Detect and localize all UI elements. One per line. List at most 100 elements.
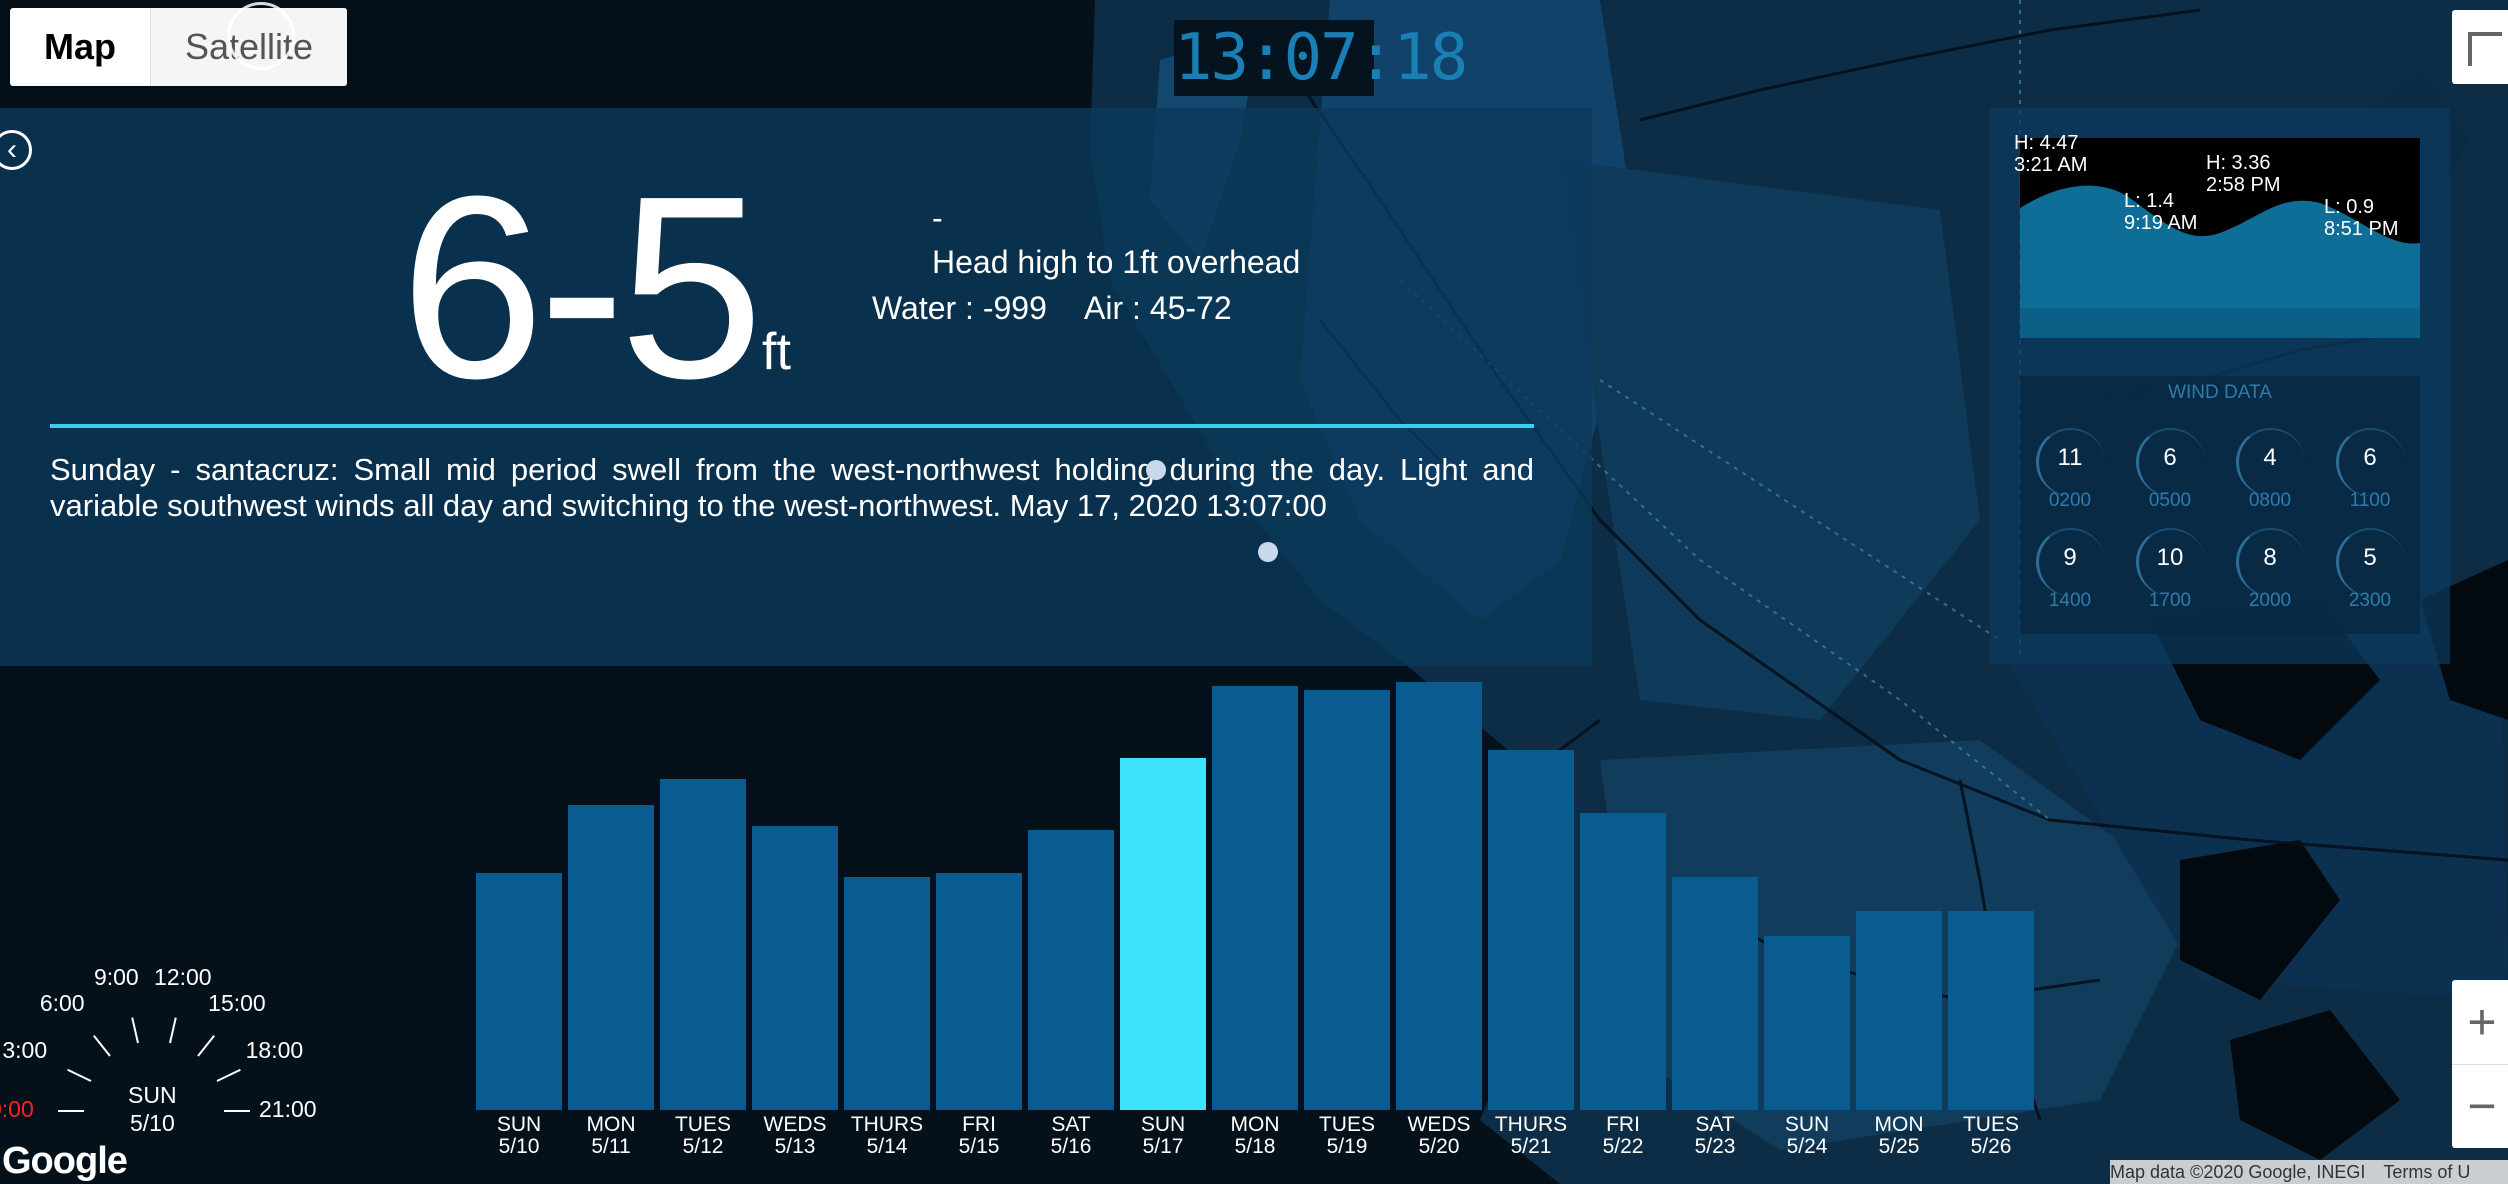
- bar-sat-5-23[interactable]: [1672, 877, 1758, 1110]
- google-logo: Google: [2, 1140, 128, 1182]
- tide-label: L: 0.9 8:51 PM: [2324, 196, 2399, 240]
- bar-label: THURS 5/21: [1488, 1114, 1574, 1158]
- map-type-control: Map Satellite: [10, 8, 348, 86]
- bar-mon-5-18[interactable]: [1212, 686, 1298, 1110]
- zoom-in-button[interactable]: +: [2452, 980, 2508, 1065]
- bar-label: SUN 5/10: [476, 1114, 562, 1158]
- dial-hour-label[interactable]: 21:00: [259, 1096, 317, 1123]
- bar-sun-5-24[interactable]: [1764, 936, 1850, 1110]
- bar-day-label: SUN: [1140, 1113, 1186, 1136]
- bar-day-label: WEDS: [763, 1113, 827, 1136]
- map-attribution[interactable]: Map data ©2020 Google, INEGI Terms of U: [2110, 1160, 2508, 1184]
- bar-mon-5-25[interactable]: [1856, 911, 1942, 1110]
- dial-hour-label[interactable]: 9:00: [94, 964, 139, 991]
- bar-weds-5-20[interactable]: [1396, 682, 1482, 1110]
- bar-day-label: SUN: [496, 1113, 542, 1136]
- dial-hour-label[interactable]: 18:00: [246, 1037, 304, 1064]
- bar-day-label: THURS: [1494, 1113, 1568, 1136]
- bar-fri-5-22[interactable]: [1580, 813, 1666, 1110]
- bar-day-label: SUN: [1784, 1113, 1830, 1136]
- wind-item: 6 0500: [2122, 426, 2222, 526]
- wind-item: 9 1400: [2022, 526, 2122, 626]
- bar-day-label: TUES: [1318, 1113, 1375, 1136]
- bar-date-label: 5/22: [1602, 1135, 1644, 1158]
- divider: [50, 424, 1534, 428]
- bar-date-label: 5/12: [682, 1135, 724, 1158]
- bar-tues-5-12[interactable]: [660, 779, 746, 1110]
- fullscreen-icon: [2468, 32, 2502, 66]
- wind-time: 2300: [2348, 590, 2392, 611]
- bar-day-label: MON: [586, 1113, 636, 1136]
- map-button[interactable]: Map: [10, 8, 151, 86]
- tide-chart: H: 4.47 3:21 AM L: 1.4 9:19 AM H: 3.36 2:58…: [2014, 132, 2420, 338]
- wind-time: 0200: [2048, 490, 2092, 511]
- surf-dash: -: [932, 200, 943, 236]
- wind-time: 1700: [2148, 590, 2192, 611]
- bar-date-label: 5/11: [591, 1135, 631, 1158]
- bar-thurs-5-14[interactable]: [844, 877, 930, 1110]
- bar-label: MON 5/18: [1212, 1114, 1298, 1158]
- bar-sun-5-17[interactable]: [1120, 758, 1206, 1110]
- bar-date-label: 5/23: [1694, 1135, 1736, 1158]
- bar-label: SAT 5/23: [1672, 1114, 1758, 1158]
- air-temp: Air : 45-72: [1084, 290, 1232, 326]
- bar-date-label: 5/13: [774, 1135, 816, 1158]
- dial-hour-label[interactable]: 0:00: [0, 1096, 34, 1123]
- wind-title: WIND DATA: [2168, 382, 2272, 403]
- bar-sat-5-16[interactable]: [1028, 830, 1114, 1110]
- bar-label: WEDS 5/20: [1396, 1114, 1482, 1158]
- map-marker[interactable]: [1146, 460, 1166, 480]
- bar-day-label: FRI: [1606, 1113, 1640, 1136]
- bar-label: THURS 5/14: [844, 1114, 930, 1158]
- map-marker[interactable]: [1258, 542, 1278, 562]
- bar-label: SUN 5/24: [1764, 1114, 1850, 1158]
- wind-item: 5 2300: [2322, 526, 2422, 626]
- attribution-text: Map data ©2020 Google, INEGI: [2110, 1162, 2366, 1182]
- bar-fri-5-15[interactable]: [936, 873, 1022, 1110]
- wind-item: 11 0200: [2022, 426, 2122, 526]
- wind-speed: 9: [2063, 544, 2077, 571]
- bar-day-label: THURS: [850, 1113, 924, 1136]
- wind-speed: 6: [2363, 444, 2377, 471]
- bar-date-label: 5/14: [866, 1135, 908, 1158]
- wave-height-unit: ft: [762, 323, 791, 381]
- bar-day-label: TUES: [674, 1113, 731, 1136]
- bar-day-label: MON: [1230, 1113, 1280, 1136]
- dial-hour-label[interactable]: 3:00: [2, 1037, 47, 1064]
- back-icon[interactable]: ‹: [0, 130, 32, 170]
- wind-item: 4 0800: [2222, 426, 2322, 526]
- bar-date-label: 5/21: [1510, 1135, 1552, 1158]
- zoom-out-button[interactable]: −: [2452, 1064, 2508, 1148]
- forecast-text: Sunday - santacruz: Small mid period swe…: [50, 452, 1534, 523]
- wind-item: 8 2000: [2222, 526, 2322, 626]
- wind-speed: 11: [2057, 444, 2083, 471]
- water-temp: Water : -999: [872, 290, 1047, 326]
- bar-day-label: FRI: [962, 1113, 996, 1136]
- terms-link[interactable]: Terms of U: [2383, 1162, 2470, 1182]
- digital-clock: 13:07:18: [1174, 20, 1468, 96]
- bar-date-label: 5/26: [1970, 1135, 2012, 1158]
- bar-tues-5-26[interactable]: [1948, 911, 2034, 1110]
- bar-mon-5-11[interactable]: [568, 805, 654, 1110]
- bar-label: MON 5/25: [1856, 1114, 1942, 1158]
- wind-time: 0800: [2248, 490, 2292, 511]
- dial-hour-label[interactable]: 15:00: [208, 990, 266, 1017]
- bar-tues-5-19[interactable]: [1304, 690, 1390, 1110]
- wind-item: 6 1100: [2322, 426, 2422, 526]
- tide-label: H: 3.36 2:58 PM: [2206, 152, 2281, 196]
- dial-hour-label[interactable]: 6:00: [40, 990, 85, 1017]
- wind-speed: 8: [2263, 544, 2277, 571]
- bar-label: TUES 5/19: [1304, 1114, 1390, 1158]
- bar-weds-5-13[interactable]: [752, 826, 838, 1110]
- tide-label: H: 4.47 3:21 AM: [2014, 132, 2088, 176]
- bar-thurs-5-21[interactable]: [1488, 750, 1574, 1110]
- bar-label: WEDS 5/13: [752, 1114, 838, 1158]
- bar-label: FRI 5/15: [936, 1114, 1022, 1158]
- fullscreen-button[interactable]: [2452, 10, 2508, 84]
- dial-hour-label[interactable]: 12:00: [154, 964, 212, 991]
- tide-wind-panel: H: 4.47 3:21 AM L: 1.4 9:19 AM H: 3.36 2:58…: [1990, 108, 2450, 664]
- bar-label: SAT 5/16: [1028, 1114, 1114, 1158]
- bar-date-label: 5/18: [1234, 1135, 1276, 1158]
- bar-date-label: 5/25: [1878, 1135, 1920, 1158]
- bar-sun-5-10[interactable]: [476, 873, 562, 1110]
